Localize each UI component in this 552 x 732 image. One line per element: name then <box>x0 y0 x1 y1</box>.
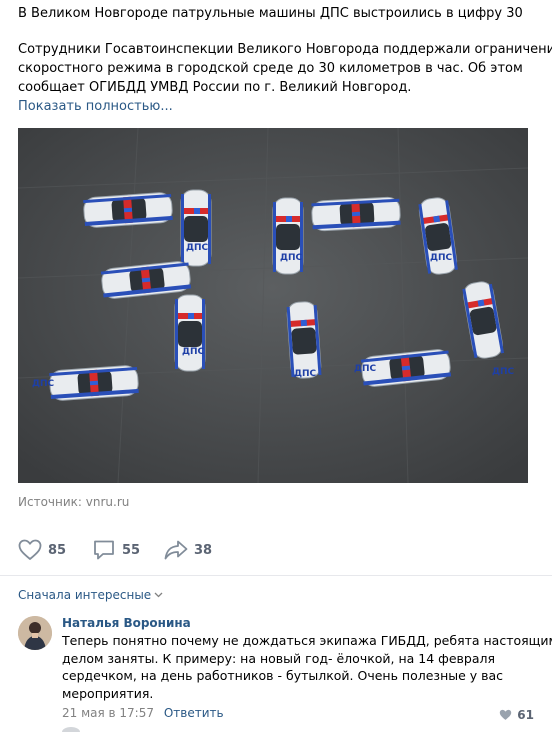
comment-text-line: сердечком, на день работников - бутылкой… <box>62 668 504 683</box>
post-title: В Великом Новгороде патрульные машины ДП… <box>18 6 523 21</box>
svg-text:ДПС: ДПС <box>492 367 515 377</box>
reply-button[interactable]: Ответить <box>164 706 224 720</box>
source-link[interactable]: vnru.ru <box>86 495 130 509</box>
comment-like-button[interactable]: 61 <box>499 708 534 722</box>
like-button[interactable]: 85 <box>18 538 66 562</box>
svg-text:ДПС: ДПС <box>186 243 209 253</box>
heart-icon <box>500 709 512 720</box>
show-more-link[interactable]: Показать полностью... <box>18 99 173 114</box>
comment-count: 55 <box>122 542 141 558</box>
like-count: 85 <box>48 542 67 558</box>
chevron-down-icon <box>154 592 163 598</box>
sort-label: Сначала интересные <box>18 588 152 602</box>
svg-text:ДПС: ДПС <box>182 347 205 357</box>
share-count: 38 <box>194 542 213 558</box>
comment-author[interactable]: Наталья Воронина <box>62 614 534 632</box>
comment-like-count: 61 <box>517 708 534 722</box>
divider <box>0 575 552 576</box>
svg-text:ДПС: ДПС <box>32 379 55 389</box>
heart-icon <box>18 539 42 560</box>
comment-meta: 21 мая в 17:57 Ответить <box>62 704 534 722</box>
post-text-line: скоростного режима в городской среде до … <box>18 61 523 76</box>
comment-text: Теперь понятно почему не дождаться экипа… <box>62 632 552 702</box>
police-cars-photo: ДПС ДПС ДПС ДПС ДПС ДПС ДПС ДПС <box>18 128 528 483</box>
comment-text-line: Теперь понятно почему не дождаться экипа… <box>62 633 552 648</box>
next-avatar-partial <box>62 727 80 732</box>
source-label: Источник: <box>18 495 82 509</box>
comment-button[interactable]: 55 <box>92 538 140 562</box>
svg-text:ДПС: ДПС <box>280 253 303 263</box>
comment-icon <box>94 540 114 560</box>
avatar[interactable] <box>18 616 52 650</box>
svg-text:ДПС: ДПС <box>430 253 453 263</box>
comment-sort-dropdown[interactable]: Сначала интересные <box>18 588 163 602</box>
comment-text-line: делом заняты. К примеру: на новый год- ё… <box>62 650 496 666</box>
svg-text:ДПС: ДПС <box>354 364 377 374</box>
post-text-line: Сотрудники Госавтоинспекции Великого Нов… <box>18 42 552 57</box>
avatar-image <box>18 616 52 650</box>
comment-text-line: мероприятия. <box>62 685 154 701</box>
comment-date[interactable]: 21 мая в 17:57 <box>62 706 154 720</box>
share-icon <box>164 540 188 560</box>
post-source: Источник: vnru.ru <box>18 495 129 509</box>
post-text-line: сообщает ОГИБДД УМВД России по г. Велики… <box>18 80 412 95</box>
post-text: Сотрудники Госавтоинспекции Великого Нов… <box>18 40 552 97</box>
share-button[interactable]: 38 <box>164 538 212 562</box>
post-photo[interactable]: ДПС ДПС ДПС ДПС ДПС ДПС ДПС ДПС <box>18 128 528 483</box>
svg-text:ДПС: ДПС <box>294 369 317 379</box>
comment-body: Наталья Воронина Теперь понятно почему н… <box>62 614 552 722</box>
